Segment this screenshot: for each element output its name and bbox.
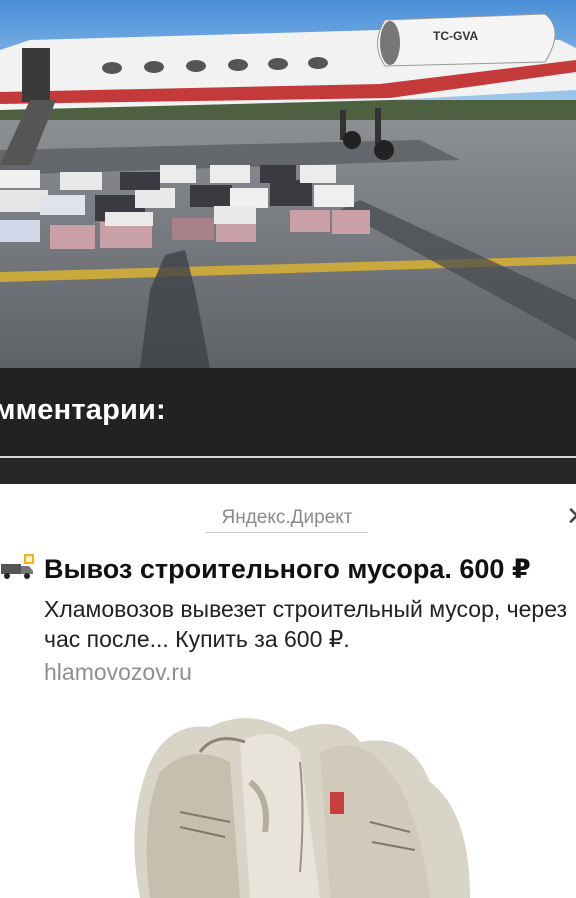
- ad-domain[interactable]: hlamovozov.ru: [44, 659, 192, 686]
- aircraft-registration: TC-GVA: [433, 29, 478, 43]
- ad-description[interactable]: Хламовозов вывезет строительный мусор, ч…: [44, 594, 576, 654]
- trash-bags-photo: [0, 702, 576, 898]
- jet-with-cargo-photo: TC-GVA: [0, 0, 576, 368]
- close-icon[interactable]: ✕: [566, 503, 576, 529]
- ad-title[interactable]: Вывоз строительного мусора. 600 ₽: [44, 554, 531, 585]
- ad-image[interactable]: [0, 702, 576, 898]
- news-photo: TC-GVA: [0, 0, 576, 368]
- ad-source-label[interactable]: Яндекс.Директ: [206, 507, 368, 533]
- ad-block[interactable]: Яндекс.Директ ✕ Вывоз строительного мусо…: [0, 484, 576, 898]
- comments-title: мментарии:: [0, 394, 166, 426]
- truck-icon: [1, 554, 34, 579]
- comments-area: [0, 458, 576, 484]
